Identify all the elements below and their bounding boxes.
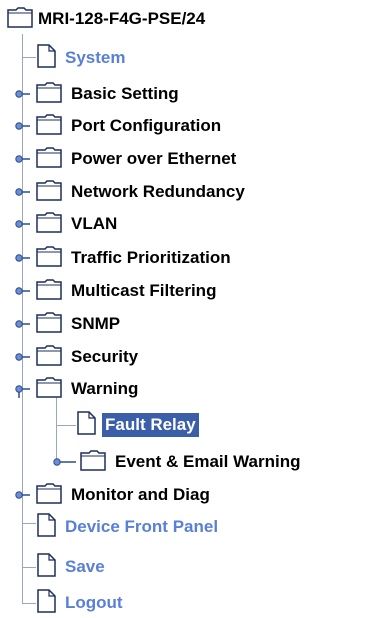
expand-toggle-icon[interactable] [14,352,30,362]
folder-icon [80,449,106,476]
expand-toggle-icon[interactable] [14,187,30,197]
tree-item-save[interactable]: Save [36,552,108,582]
folder-icon [36,311,62,338]
tree-item-label: System [65,48,126,67]
tree-item-label: VLAN [71,214,118,233]
tree-item-logout[interactable]: Logout [36,588,126,618]
page-icon [36,43,56,73]
expand-toggle-icon[interactable] [52,457,78,467]
tree-item-event-email-warning[interactable]: Event & Email Warning [80,448,303,476]
tree-item-system[interactable]: System [36,43,128,73]
folder-icon [36,482,62,509]
page-icon [36,512,56,542]
folder-icon [36,81,62,108]
tree-item-label: SNMP [71,314,121,333]
tree-item-network-redundancy[interactable]: Network Redundancy [36,178,248,206]
folder-icon [36,146,62,173]
folder-icon [36,278,62,305]
tree-root-label: MRI-128-F4G-PSE/24 [38,9,206,28]
tree-item-label: Port Configuration [71,116,222,135]
folder-icon [7,6,33,33]
collapse-toggle-icon[interactable] [14,384,30,398]
tree-item-vlan[interactable]: VLAN [36,210,120,238]
tree-root[interactable]: MRI-128-F4G-PSE/24 [7,5,208,33]
tree-item-label: Security [71,347,139,366]
tree-item-label: Event & Email Warning [115,452,301,471]
tree-item-label: Power over Ethernet [71,149,237,168]
tree-item-security[interactable]: Security [36,343,141,371]
page-icon [36,552,56,582]
tree-item-label: Network Redundancy [71,182,245,201]
expand-toggle-icon[interactable] [14,319,30,329]
folder-icon [36,245,62,272]
expand-toggle-icon[interactable] [14,121,30,131]
navigation-tree: MRI-128-F4G-PSE/24 System Basic Setting … [0,0,371,613]
expand-toggle-icon[interactable] [14,89,30,99]
page-icon [36,588,56,618]
tree-item-device-front-panel[interactable]: Device Front Panel [36,512,221,542]
folder-icon [36,344,62,371]
page-icon [76,410,96,440]
tree-item-label: Warning [71,379,139,398]
tree-item-monitor-and-diag[interactable]: Monitor and Diag [36,481,213,509]
tree-item-snmp[interactable]: SNMP [36,310,123,338]
tree-item-label: Save [65,557,105,576]
tree-item-label: Fault Relay [102,413,199,437]
tree-item-port-configuration[interactable]: Port Configuration [36,112,224,140]
tree-item-power-over-ethernet[interactable]: Power over Ethernet [36,145,239,173]
tree-item-fault-relay[interactable]: Fault Relay [76,410,199,440]
tree-item-warning[interactable]: Warning [36,375,141,403]
folder-icon [36,113,62,140]
tree-item-label: Traffic Prioritization [71,248,231,267]
tree-item-label: Basic Setting [71,84,179,103]
tree-item-label: Device Front Panel [65,517,219,536]
tree-item-multicast-filtering[interactable]: Multicast Filtering [36,277,219,305]
expand-toggle-icon[interactable] [14,490,30,500]
expand-toggle-icon[interactable] [14,154,30,164]
tree-item-basic-setting[interactable]: Basic Setting [36,80,182,108]
folder-icon [36,179,62,206]
tree-item-traffic-prioritization[interactable]: Traffic Prioritization [36,244,234,272]
expand-toggle-icon[interactable] [14,286,30,296]
tree-item-label: Monitor and Diag [71,485,210,504]
tree-item-label: Logout [65,593,123,612]
folder-icon [36,211,62,238]
folder-icon [36,376,62,403]
expand-toggle-icon[interactable] [14,219,30,229]
expand-toggle-icon[interactable] [14,253,30,263]
tree-item-label: Multicast Filtering [71,281,217,300]
